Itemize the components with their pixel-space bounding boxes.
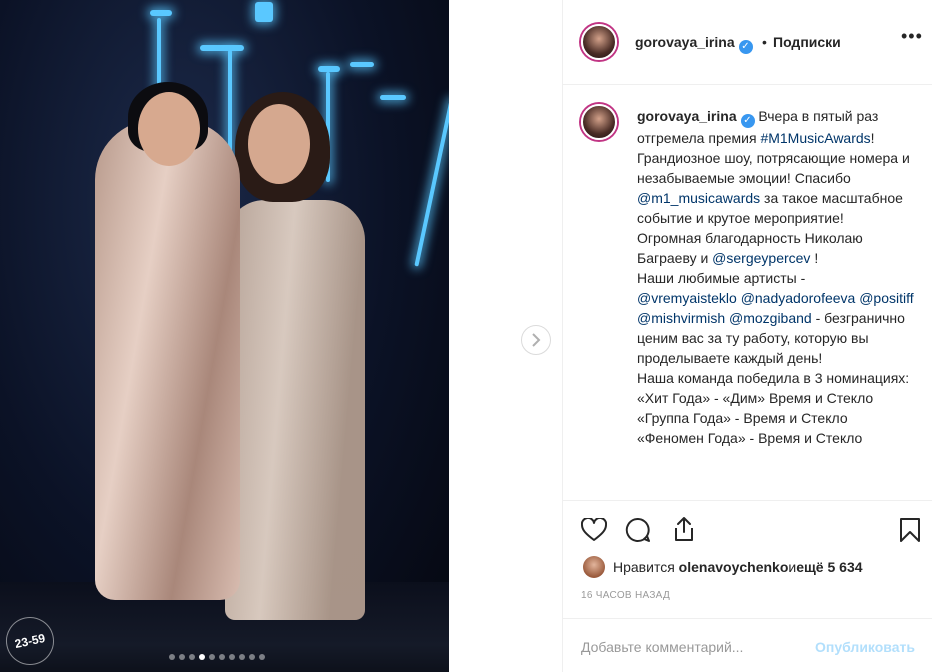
person-left-face: [138, 92, 200, 166]
person-right-face: [248, 104, 310, 184]
avatar[interactable]: [581, 24, 617, 60]
stage-light: [255, 2, 273, 22]
liker-avatar[interactable]: [583, 556, 605, 578]
carousel-dot: [179, 654, 185, 660]
chevron-right-icon: [532, 333, 541, 347]
save-button[interactable]: [895, 515, 925, 545]
caption-text-segment: Наша команда победила в 3 номинациях:: [637, 370, 910, 386]
separator-dot: •: [762, 34, 767, 50]
likes-summary: Нравится olenavoychenko и ещё 5 634: [583, 556, 863, 578]
post-header: gorovaya_irina ✓ • Подписки •••: [563, 0, 932, 85]
caption-link[interactable]: @nadyadorofeeva: [741, 290, 856, 306]
post-actions: Нравится olenavoychenko и ещё 5 634 16 Ч…: [563, 500, 932, 660]
carousel-dot: [239, 654, 245, 660]
caption-link[interactable]: @mozgiband: [729, 310, 812, 326]
stage-light: [200, 45, 244, 51]
heart-icon: [581, 518, 607, 541]
verified-badge-icon: ✓: [738, 40, 753, 54]
person-right: [225, 200, 365, 620]
comment-bar: Опубликовать: [563, 618, 932, 672]
like-button[interactable]: [579, 515, 609, 545]
person-left: [95, 120, 240, 600]
caption-text-segment: Наши любимые артисты -: [637, 270, 806, 286]
likes-prefix: Нравится: [613, 559, 675, 575]
verified-badge-icon: ✓: [740, 114, 755, 128]
carousel-next-button[interactable]: [521, 325, 551, 355]
post-timestamp[interactable]: 16 ЧАСОВ НАЗАД: [581, 590, 670, 601]
post-photo[interactable]: 23-59: [0, 0, 449, 672]
caption-body: Вчера в пятый раз отгремела премия #M1Mu…: [637, 108, 914, 446]
likes-count[interactable]: ещё 5 634: [796, 559, 862, 575]
carousel-dot: [219, 654, 225, 660]
author-username[interactable]: gorovaya_irina ✓: [635, 34, 753, 54]
caption-link[interactable]: #M1MusicAwards: [760, 130, 870, 146]
stage-light: [350, 62, 374, 67]
caption-username[interactable]: gorovaya_irina: [637, 108, 737, 124]
carousel-dot: [189, 654, 195, 660]
comment-icon: [625, 517, 650, 542]
comment-button[interactable]: [623, 515, 653, 545]
carousel-dot: [229, 654, 235, 660]
comment-input[interactable]: [581, 639, 821, 655]
carousel-dot: [249, 654, 255, 660]
caption-text-segment: «Феномен Года» - Время и Стекло: [637, 430, 863, 446]
stage-light: [150, 10, 172, 16]
stage-light: [380, 95, 406, 100]
caption-link[interactable]: @sergeypercev: [712, 250, 810, 266]
caption-link[interactable]: @mishvirmish: [637, 310, 725, 326]
more-options-icon[interactable]: •••: [901, 26, 923, 47]
stage-light: [318, 66, 340, 72]
caption-text-segment: !: [810, 250, 819, 266]
bookmark-icon: [900, 518, 920, 542]
carousel-indicator: [169, 654, 265, 660]
following-button[interactable]: Подписки: [773, 34, 841, 50]
caption-link[interactable]: @vremyaisteklo: [637, 290, 737, 306]
carousel-dot: [259, 654, 265, 660]
share-icon: [675, 517, 693, 541]
liker-username[interactable]: olenavoychenko: [679, 559, 789, 575]
likes-conjunction: и: [788, 559, 797, 575]
caption-text-segment: «Хит Года» - «Дим» Время и Стекло: [637, 390, 874, 406]
carousel-dot: [199, 654, 205, 660]
publish-button[interactable]: Опубликовать: [815, 639, 915, 655]
stage-light: [414, 99, 449, 267]
author-username-text[interactable]: gorovaya_irina: [635, 34, 735, 50]
carousel-dot: [209, 654, 215, 660]
carousel-dot: [169, 654, 175, 660]
avatar[interactable]: [581, 104, 617, 140]
caption-text: gorovaya_irina ✓ Вчера в пятый раз отгре…: [637, 106, 917, 448]
caption-area: gorovaya_irina ✓ Вчера в пятый раз отгре…: [563, 86, 932, 500]
caption-link[interactable]: @positiff: [859, 290, 913, 306]
caption-text-segment: «Группа Года» - Время и Стекло: [637, 410, 848, 426]
share-button[interactable]: [669, 514, 699, 544]
caption-link[interactable]: @m1_musicawards: [637, 190, 760, 206]
